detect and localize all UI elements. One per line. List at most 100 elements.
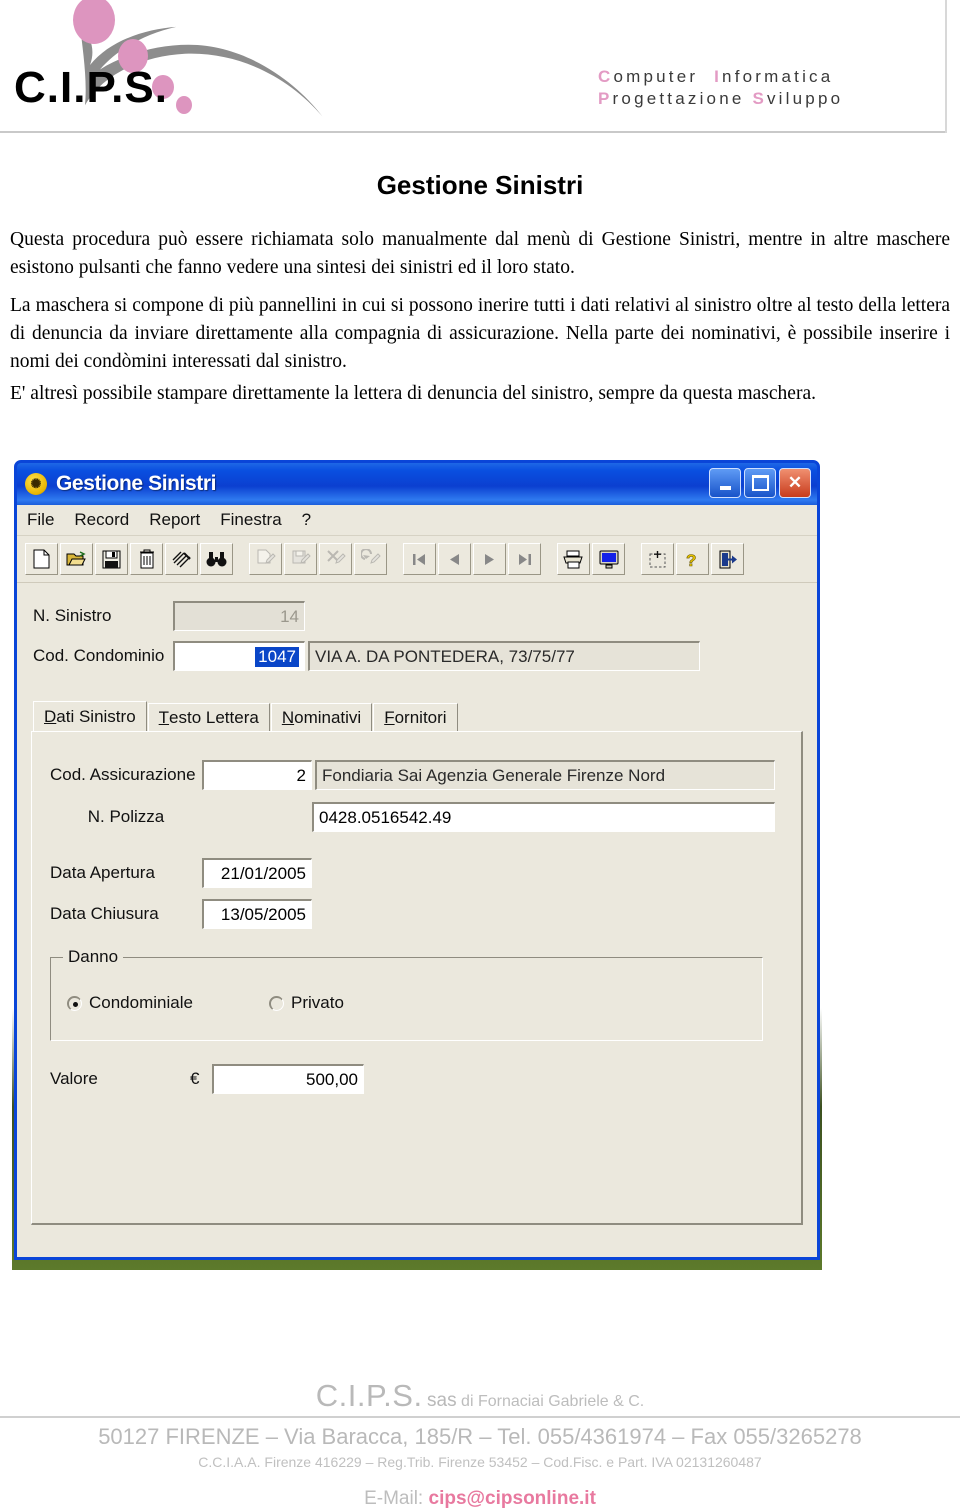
maximize-button[interactable] (744, 468, 776, 498)
tagline-line-2: Progettazione Sviluppo (598, 89, 844, 108)
preview-monitor-icon[interactable] (592, 543, 625, 575)
help-question-icon[interactable]: ? (676, 543, 709, 575)
field-row-n-polizza: N. Polizza 0428.0516542.49 (50, 800, 775, 834)
svg-text:?: ? (686, 551, 696, 569)
paragraph-3: E' altresì possibile stampare direttamen… (10, 383, 816, 404)
label-cod-assicurazione: Cod. Assicurazione (50, 765, 196, 784)
field-row-cod-assicurazione: Cod. Assicurazione 2 Fondiaria Sai Agenz… (50, 758, 775, 792)
input-data-apertura[interactable]: 21/01/2005 (202, 858, 312, 888)
group-danno-title: Danno (63, 947, 124, 967)
logo-wordmark: C.I.P.S. (14, 63, 168, 112)
radio-condominiale[interactable]: Condominiale (67, 993, 193, 1013)
field-row-data-chiusura: Data Chiusura 13/05/2005 (50, 897, 312, 931)
tab-fornitori[interactable]: Fornitori (373, 703, 458, 731)
label-n-sinistro: N. Sinistro (33, 606, 112, 625)
footer-company-name: C.I.P.S. (315, 1378, 423, 1413)
toolbar-group-misc: ? (641, 543, 746, 575)
window-titlebar[interactable]: ✺ Gestione Sinistri ✕ (17, 463, 817, 505)
radio-condominiale-label: Condominiale (89, 993, 193, 1012)
application-screenshot: ✺ Gestione Sinistri ✕ File Record Report… (12, 452, 822, 1270)
first-record-icon[interactable] (403, 543, 436, 575)
toolbar-group-output (557, 543, 627, 575)
new-document-icon[interactable] (25, 543, 58, 575)
display-condominio-indirizzo: VIA A. DA PONTEDERA, 73/75/77 (308, 641, 700, 671)
next-record-icon[interactable] (473, 543, 506, 575)
select-area-icon[interactable] (641, 543, 674, 575)
label-cod-condominio: Cod. Condominio (33, 646, 165, 665)
field-row-data-apertura: Data Apertura 21/01/2005 (50, 856, 312, 890)
footer-registration: C.C.I.A.A. Firenze 416229 – Reg.Trib. Fi… (198, 1454, 762, 1470)
input-cod-condominio-value: 1047 (255, 646, 299, 667)
radio-condominiale-dot (67, 995, 82, 1011)
paragraph-2: La maschera si compone di più pannellini… (10, 295, 950, 372)
company-tagline: Computer Informatica Progettazione Svilu… (598, 66, 960, 110)
input-cod-assicurazione[interactable]: 2 (202, 760, 312, 790)
toolbar-group-navigation (403, 543, 543, 575)
record-header-fields: N. Sinistro 14 Cod. Condominio 1047 VIA … (17, 583, 817, 673)
previous-record-icon[interactable] (438, 543, 471, 575)
tagline-line-1: Computer Informatica (598, 67, 834, 86)
letterhead: C.I.P.S. Computer Informatica Progettazi… (0, 0, 960, 140)
tab-dati-sinistro[interactable]: Dati Sinistro (33, 701, 147, 731)
display-assicurazione-nome: Fondiaria Sai Agenzia Generale Firenze N… (315, 760, 775, 790)
app-icon: ✺ (25, 473, 47, 495)
field-row-cod-condominio: Cod. Condominio 1047 VIA A. DA PONTEDERA… (17, 639, 817, 673)
footer-company-line: C.I.P.S. sas di Fornaciai Gabriele & C. (0, 1378, 960, 1414)
last-record-icon[interactable] (508, 543, 541, 575)
window-client-area: File Record Report Finestra ? ? N. Sinis… (17, 505, 817, 1257)
tab-nominativi[interactable]: Nominativi (270, 703, 373, 731)
header-divider (0, 131, 945, 133)
save-disk-icon[interactable] (95, 543, 128, 575)
menu-item-help[interactable]: ? (302, 510, 311, 530)
save-record-icon[interactable] (284, 543, 317, 575)
radio-privato[interactable]: Privato (269, 993, 344, 1013)
cancel-edit-icon[interactable] (319, 543, 352, 575)
input-cod-condominio[interactable]: 1047 (173, 641, 305, 671)
minimize-button[interactable] (709, 468, 741, 498)
input-valore[interactable]: 500,00 (212, 1064, 364, 1094)
input-n-polizza[interactable]: 0428.0516542.49 (312, 802, 775, 832)
menu-bar: File Record Report Finestra ? (17, 505, 817, 536)
page-footer: C.I.P.S. sas di Fornaciai Gabriele & C. … (0, 1378, 960, 1510)
input-n-sinistro[interactable]: 14 (173, 601, 305, 631)
footer-company-owner: di Fornaciai Gabriele & C. (461, 1393, 645, 1410)
clear-filter-icon[interactable] (165, 543, 198, 575)
new-record-icon[interactable] (249, 543, 282, 575)
footer-email-line: E-Mail: cips@cipsonline.it (0, 1488, 960, 1510)
tab-panel-dati-sinistro: Cod. Assicurazione 2 Fondiaria Sai Agenz… (31, 731, 803, 1225)
menu-item-file[interactable]: File (27, 510, 54, 530)
label-valore: Valore (50, 1069, 98, 1088)
tab-strip: Dati Sinistro Testo Lettera Nominativi F… (17, 701, 817, 731)
menu-item-record[interactable]: Record (74, 510, 129, 530)
window-controls: ✕ (709, 468, 811, 498)
label-data-chiusura: Data Chiusura (50, 904, 159, 923)
print-icon[interactable] (557, 543, 590, 575)
input-data-chiusura[interactable]: 13/05/2005 (202, 899, 312, 929)
paragraph-1: Questa procedura può essere richiamata s… (10, 229, 950, 278)
find-binoculars-icon[interactable] (200, 543, 233, 575)
label-data-apertura: Data Apertura (50, 863, 155, 882)
footer-company-form: sas (427, 1390, 457, 1411)
window-title: Gestione Sinistri (56, 472, 217, 495)
page-title: Gestione Sinistri (376, 170, 584, 200)
field-row-n-sinistro: N. Sinistro 14 (17, 599, 817, 633)
exit-door-icon[interactable] (711, 543, 744, 575)
menu-item-report[interactable]: Report (149, 510, 200, 530)
undo-icon[interactable] (354, 543, 387, 575)
header-divider-right (945, 0, 947, 133)
menu-item-finestra[interactable]: Finestra (220, 510, 281, 530)
field-row-valore: Valore € 500,00 (50, 1062, 364, 1096)
label-n-polizza: N. Polizza (87, 807, 165, 826)
app-window: ✺ Gestione Sinistri ✕ File Record Report… (14, 460, 820, 1260)
tab-testo-lettera[interactable]: Testo Lettera (147, 703, 270, 731)
footer-address: 50127 FIRENZE – Via Baracca, 185/R – Tel… (98, 1424, 862, 1449)
group-danno: Danno Condominiale Privato (50, 947, 763, 1041)
delete-trash-icon[interactable] (130, 543, 163, 575)
toolbar-group-edit (249, 543, 389, 575)
toolbar-group-file (25, 543, 235, 575)
radio-privato-dot (269, 995, 284, 1011)
open-folder-icon[interactable] (60, 543, 93, 575)
close-button[interactable]: ✕ (779, 468, 811, 498)
toolbar: ? (17, 536, 817, 583)
radio-privato-label: Privato (291, 993, 344, 1012)
